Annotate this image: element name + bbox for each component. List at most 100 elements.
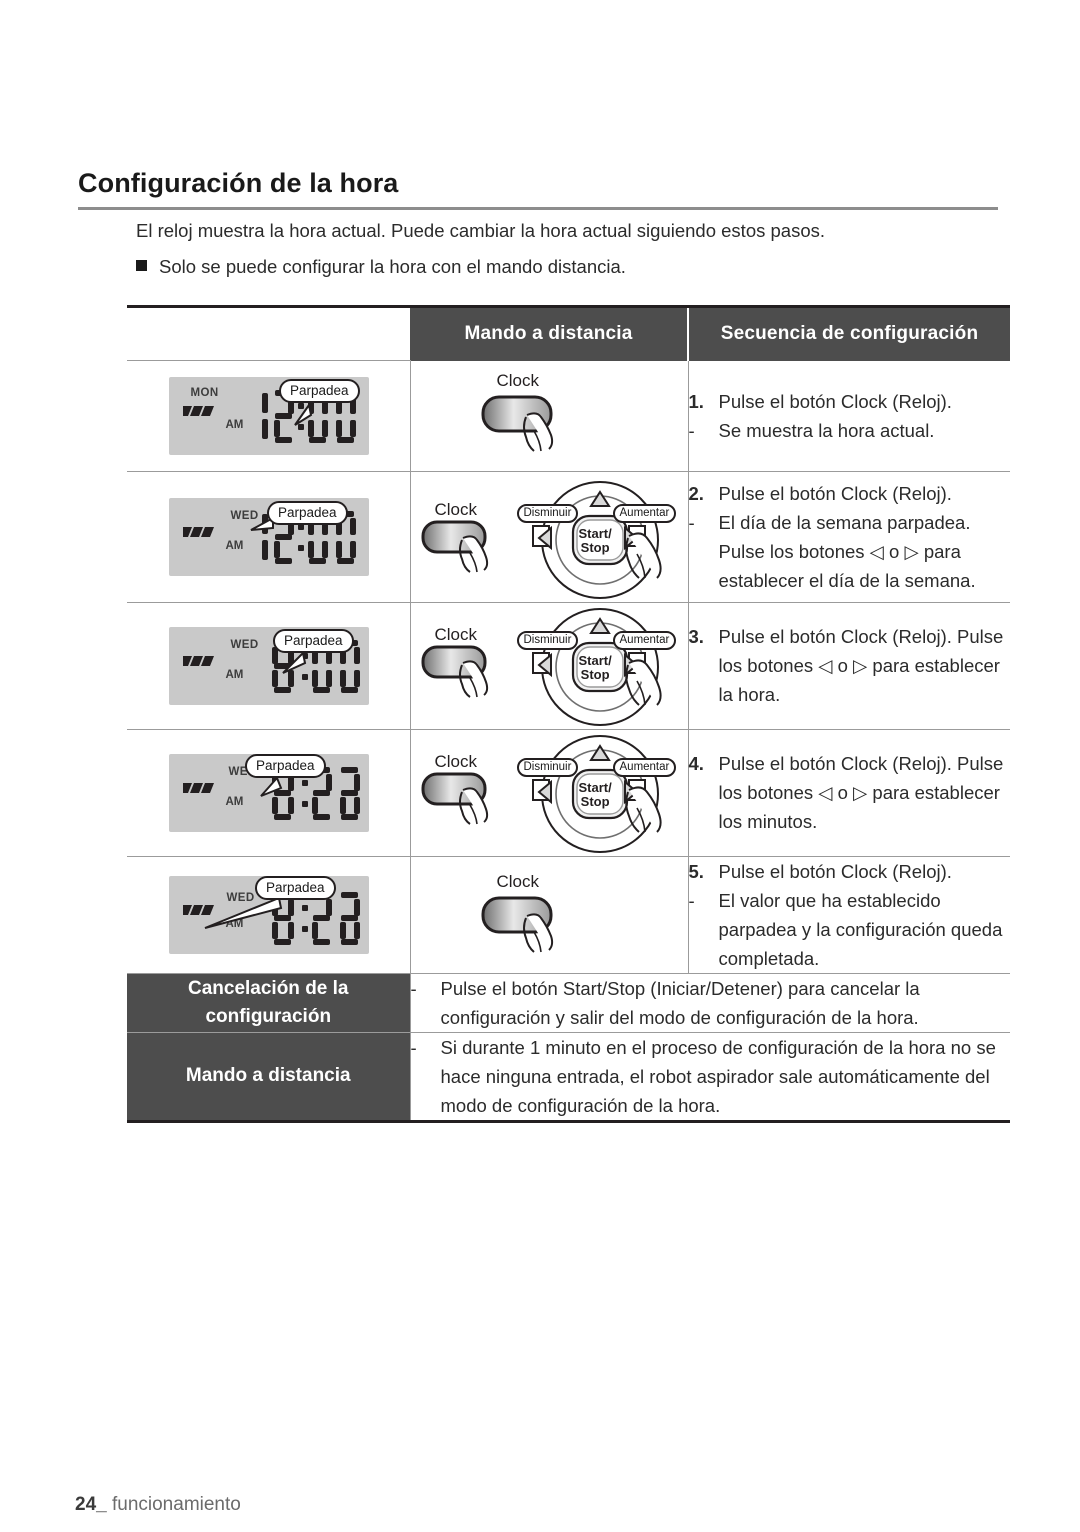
page-title: Configuración de la hora — [78, 168, 399, 198]
heading-divider — [78, 207, 998, 210]
note-label-line-2: configuración — [205, 1005, 332, 1027]
step-text: Pulse el botón Clock (Reloj). — [718, 390, 952, 412]
table-header-remote: Mando a distancia — [410, 305, 688, 361]
remote-cell-1: Clock — [409, 360, 688, 472]
lcd-cell-2: WED AM Parpadea — [127, 471, 410, 603]
callout-bubble: Parpadea — [255, 875, 336, 900]
table-row: WED AM — [127, 602, 1011, 730]
increase-callout-bubble: Aumentar — [612, 630, 677, 650]
step-marker: 4. — [688, 753, 704, 774]
note-text: Si durante 1 minuto en el proceso de con… — [440, 1036, 996, 1116]
step-line: - El día de la semana parpadea. Pulse lo… — [689, 508, 1011, 595]
table-header-blank — [127, 305, 410, 361]
clock-button-icon[interactable] — [479, 391, 629, 471]
lcd-cell-1: MON AM Parpadea — [127, 360, 410, 472]
signal-bars-icon — [182, 655, 214, 666]
lcd-day-label: WED — [230, 638, 259, 651]
callout-bubble: Parpadea — [245, 753, 326, 778]
decrease-callout-bubble: Disminuir — [516, 630, 579, 650]
remote-cell-3: Clock Start/ Stop Disminuir Aumentar — [409, 602, 688, 730]
intro-bullet-text: Solo se puede configurar la hora con el … — [159, 256, 626, 277]
clock-setup-table: Mando a distancia Secuencia de configura… — [127, 305, 1010, 1123]
step-marker: 2. — [688, 482, 704, 504]
left-arrow-icon[interactable] — [531, 520, 571, 556]
intro-paragraph: El reloj muestra la hora actual. Puede c… — [136, 220, 825, 241]
step-text: Se muestra la hora actual. — [718, 419, 935, 441]
note-text-remote: - Si durante 1 minuto en el proceso de c… — [409, 1032, 1011, 1123]
step-marker: - — [688, 511, 695, 533]
left-arrow-icon[interactable] — [531, 774, 571, 810]
lcd-am-label: AM — [225, 418, 244, 431]
footer-section: funcionamiento — [111, 1494, 241, 1515]
step-line: 2. Pulse el botón Clock (Reloj). — [689, 479, 1011, 508]
note-dash: - — [410, 1036, 417, 1058]
step-line: 4. Pulse el botón Clock (Reloj). Pulse l… — [689, 749, 1011, 836]
callout-bubble: Parpadea — [279, 378, 360, 403]
step-text: El día de la semana parpadea. Pulse los … — [718, 511, 976, 591]
table-row: WED AM — [127, 471, 1011, 603]
step-marker: 3. — [688, 626, 704, 647]
pointing-hand-icon — [624, 658, 662, 706]
signal-bars-icon — [182, 526, 214, 537]
table-header-row: Mando a distancia Secuencia de configura… — [127, 305, 1010, 361]
lcd-cell-3: WED AM Parpadea — [127, 602, 410, 730]
note-label-line-1: Mando a distancia — [185, 1065, 351, 1086]
increase-callout-bubble: Aumentar — [612, 503, 677, 523]
step-marker: - — [688, 889, 695, 911]
step-text: Pulse el botón Clock (Reloj). — [718, 482, 952, 504]
note-label-remote: Mando a distancia — [127, 1032, 410, 1123]
steps-cell-5: 5. Pulse el botón Clock (Reloj). - El va… — [687, 856, 1011, 974]
step-line: - Se muestra la hora actual. — [689, 416, 1011, 445]
manual-page: Configuración de la hora El reloj muestr… — [0, 0, 1080, 1532]
lcd-cell-4: WED AM Parpadea — [127, 729, 410, 857]
remote-cell-2: Clock Start/ Stop Disminuir Aumentar — [409, 471, 688, 603]
decrease-callout-bubble: Disminuir — [516, 503, 579, 523]
clock-button-label: Clock — [434, 499, 478, 519]
note-dash: - — [410, 977, 417, 999]
table-row: MON AM Parpadea Clock 1. Pulse el botón … — [127, 360, 1011, 472]
clock-button-icon[interactable] — [479, 892, 629, 972]
remote-cell-5: Clock — [409, 856, 688, 974]
note-row-cancel: Cancelación de la configuración - Pulse … — [127, 973, 1011, 1033]
increase-callout-bubble: Aumentar — [612, 757, 677, 777]
lcd-day-label: MON — [190, 386, 219, 399]
steps-cell-2: 2. Pulse el botón Clock (Reloj). - El dí… — [687, 471, 1011, 603]
callout-tail-icon — [294, 402, 313, 426]
clock-button-label: Clock — [434, 751, 478, 771]
step-text: El valor que ha establecido parpadea y l… — [718, 889, 1003, 969]
page-footer: 24_ funcionamiento — [75, 1494, 241, 1516]
step-marker: - — [688, 419, 695, 441]
steps-cell-1: 1. Pulse el botón Clock (Reloj). - Se mu… — [687, 360, 1011, 472]
table-header-sequence: Secuencia de configuración — [687, 305, 1010, 361]
note-row-remote: Mando a distancia - Si durante 1 minuto … — [127, 1032, 1011, 1123]
note-text-cancel: - Pulse el botón Start/Stop (Iniciar/Det… — [409, 973, 1011, 1033]
clock-button-label: Clock — [496, 370, 540, 390]
lcd-am-label: AM — [225, 539, 244, 552]
clock-button-label: Clock — [434, 624, 478, 644]
table-row: WED AM — [127, 856, 1011, 974]
note-line: - Si durante 1 minuto en el proceso de c… — [411, 1033, 1011, 1120]
step-line: 3. Pulse el botón Clock (Reloj). Pulse l… — [689, 622, 1011, 709]
note-label-cancel: Cancelación de la configuración — [127, 973, 410, 1033]
steps-cell-4: 4. Pulse el botón Clock (Reloj). Pulse l… — [687, 729, 1011, 857]
table-row: WED AM — [127, 729, 1011, 857]
step-text: Pulse el botón Clock (Reloj). Pulse los … — [718, 753, 1004, 832]
footer-page-number: 24_ — [75, 1494, 107, 1515]
step-line: 5. Pulse el botón Clock (Reloj). — [689, 857, 1011, 886]
signal-bars-icon — [182, 405, 214, 416]
note-label-line-1: Cancelación de la — [187, 977, 349, 999]
callout-bubble: Parpadea — [273, 628, 354, 653]
lcd-am-label: AM — [225, 668, 244, 681]
callout-tail-icon — [260, 775, 283, 797]
lcd-cell-5: WED AM Parpadea — [127, 856, 410, 974]
note-line: - Pulse el botón Start/Stop (Iniciar/Det… — [411, 974, 1011, 1032]
page-heading-block: Configuración de la hora — [78, 168, 998, 210]
step-line: 1. Pulse el botón Clock (Reloj). — [689, 387, 1011, 416]
pointing-hand-icon — [624, 785, 662, 833]
remote-cell-4: Clock Start/ Stop Disminuir Aumentar — [409, 729, 688, 857]
step-marker: 1. — [688, 390, 704, 412]
pointing-hand-icon — [624, 531, 662, 579]
step-line: - El valor que ha establecido parpadea y… — [689, 886, 1011, 973]
left-arrow-icon[interactable] — [531, 647, 571, 683]
steps-cell-3: 3. Pulse el botón Clock (Reloj). Pulse l… — [687, 602, 1011, 730]
